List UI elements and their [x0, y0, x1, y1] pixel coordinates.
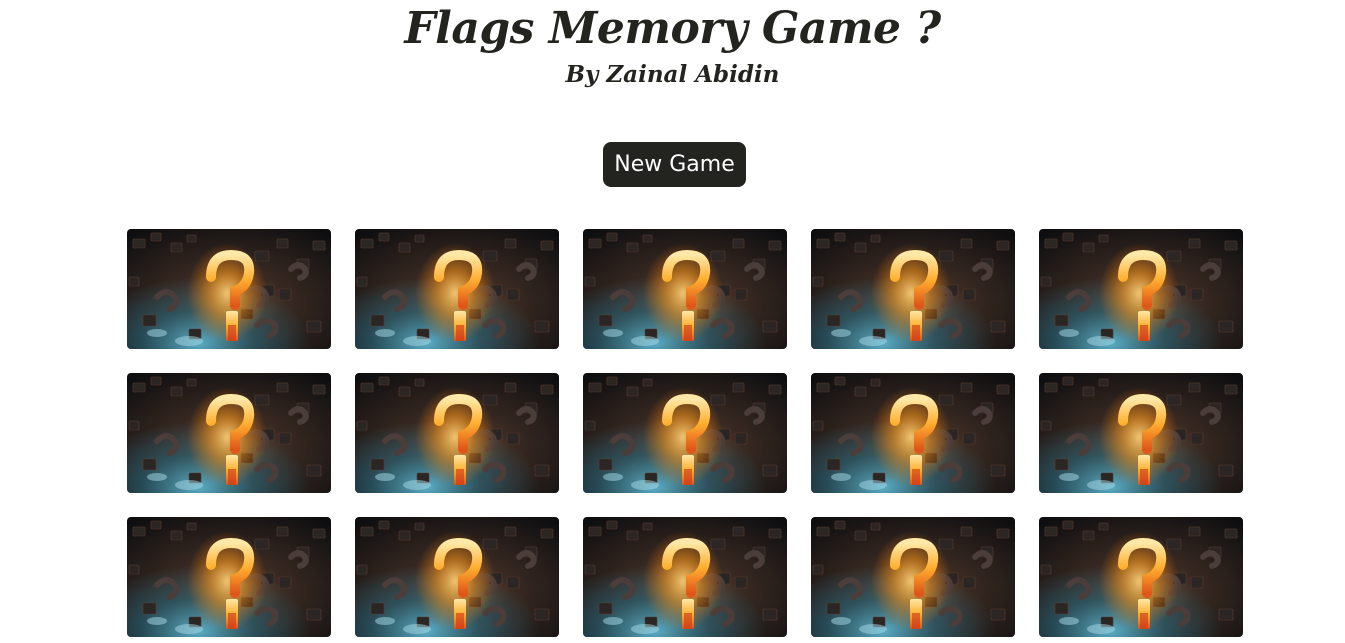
memory-card[interactable]: [355, 517, 559, 637]
question-mark-icon: [355, 229, 559, 349]
question-mark-icon: [355, 517, 559, 637]
question-mark-icon: [811, 229, 1015, 349]
memory-card[interactable]: [355, 229, 559, 349]
question-mark-icon: [127, 517, 331, 637]
memory-card[interactable]: [583, 517, 787, 637]
page-subtitle: By Zainal Abidin: [565, 61, 780, 88]
memory-card[interactable]: [811, 229, 1015, 349]
memory-card[interactable]: [583, 373, 787, 493]
memory-card[interactable]: [583, 229, 787, 349]
question-mark-icon: [811, 517, 1015, 637]
question-mark-icon: [583, 373, 787, 493]
question-mark-icon: [583, 517, 787, 637]
question-mark-icon: [127, 229, 331, 349]
memory-card[interactable]: [1039, 517, 1243, 637]
question-mark-icon: [1039, 373, 1243, 493]
question-mark-icon: [583, 229, 787, 349]
question-mark-icon: [1039, 517, 1243, 637]
card-grid: [127, 229, 1243, 637]
memory-card[interactable]: [127, 517, 331, 637]
memory-card[interactable]: [811, 373, 1015, 493]
memory-card[interactable]: [1039, 229, 1243, 349]
memory-card[interactable]: [127, 229, 331, 349]
memory-card[interactable]: [811, 517, 1015, 637]
memory-card[interactable]: [127, 373, 331, 493]
page-title: Flags Memory Game ?: [404, 3, 941, 54]
memory-card[interactable]: [355, 373, 559, 493]
question-mark-icon: [1039, 229, 1243, 349]
question-mark-icon: [811, 373, 1015, 493]
question-mark-icon: [127, 373, 331, 493]
memory-card[interactable]: [1039, 373, 1243, 493]
question-mark-icon: [355, 373, 559, 493]
new-game-button[interactable]: New Game: [603, 142, 746, 187]
